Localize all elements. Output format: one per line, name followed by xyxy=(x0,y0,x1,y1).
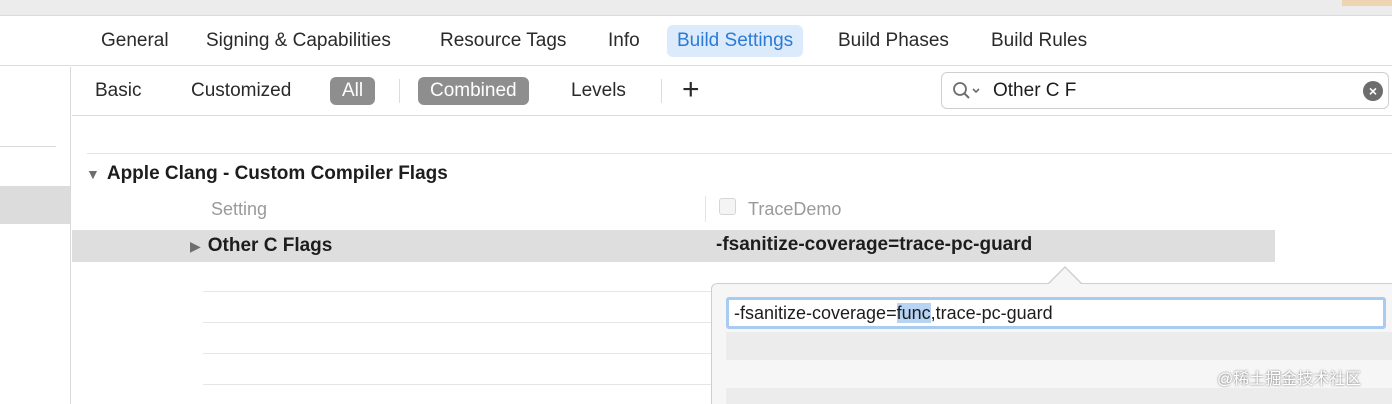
setting-value[interactable]: -fsanitize-coverage=trace-pc-guard xyxy=(716,233,1032,257)
tab-signing-capabilities[interactable]: Signing & Capabilities xyxy=(196,25,401,57)
filter-separator xyxy=(399,79,400,103)
tab-build-settings[interactable]: Build Settings xyxy=(667,25,804,57)
target-icon xyxy=(719,198,736,215)
plus-icon[interactable]: + xyxy=(682,73,700,107)
disclosure-down-icon[interactable]: ▼ xyxy=(86,162,100,186)
filter-all-button[interactable]: All xyxy=(330,77,376,105)
empty-row-line xyxy=(203,322,713,323)
flag-text-before: -fsanitize-coverage= xyxy=(734,303,897,323)
tab-build-phases[interactable]: Build Phases xyxy=(828,25,959,57)
empty-row-line xyxy=(203,384,713,385)
column-divider xyxy=(705,196,706,222)
disclosure-right-icon[interactable]: ▶ xyxy=(190,234,201,258)
popover-arrow-fill xyxy=(1048,268,1082,285)
flag-text-after: ,trace-pc-guard xyxy=(930,303,1053,323)
search-input[interactable]: Other C F xyxy=(993,73,1076,108)
flag-text-selection: func xyxy=(896,303,931,323)
column-header-setting: Setting xyxy=(211,199,268,219)
filter-separator xyxy=(661,79,662,103)
build-settings-filter-bar: Basic Customized All Combined Levels + O… xyxy=(72,67,1392,116)
sidebar-divider xyxy=(0,146,56,147)
tab-general[interactable]: General xyxy=(91,25,179,57)
filter-levels-button[interactable]: Levels xyxy=(571,77,626,105)
search-field[interactable]: Other C F × xyxy=(941,72,1389,109)
section-header[interactable]: ▼ Apple Clang - Custom Compiler Flags xyxy=(86,162,448,186)
flag-value-input[interactable]: -fsanitize-coverage=func,trace-pc-guard xyxy=(726,297,1386,329)
targets-sidebar xyxy=(0,67,71,404)
flag-value-text[interactable]: -fsanitize-coverage=func,trace-pc-guard xyxy=(734,300,1053,326)
column-header-target: TraceDemo xyxy=(748,199,842,219)
filter-basic-button[interactable]: Basic xyxy=(95,77,141,105)
tab-resource-tags[interactable]: Resource Tags xyxy=(430,25,576,57)
setting-name[interactable]: ▶ Other C Flags xyxy=(190,234,332,258)
empty-row-line xyxy=(203,291,713,292)
editor-tab-bar: General Signing & Capabilities Resource … xyxy=(0,16,1392,66)
filter-combined-button[interactable]: Combined xyxy=(418,77,529,105)
clear-icon[interactable]: × xyxy=(1363,81,1383,101)
editor-empty-row[interactable] xyxy=(726,332,1392,360)
watermark-text: @稀土掘金技术社区 xyxy=(1217,371,1362,388)
window-corner-accent xyxy=(1342,0,1392,6)
tab-build-rules[interactable]: Build Rules xyxy=(981,25,1097,57)
tab-info[interactable]: Info xyxy=(598,25,650,57)
section-divider xyxy=(87,153,1392,154)
setting-name-label: Other C Flags xyxy=(207,235,333,256)
section-title: Apple Clang - Custom Compiler Flags xyxy=(106,163,448,184)
window-top-strip xyxy=(0,0,1392,16)
search-icon xyxy=(953,82,980,99)
sidebar-selected-item[interactable] xyxy=(0,186,70,224)
empty-row-line xyxy=(203,353,713,354)
filter-customized-button[interactable]: Customized xyxy=(191,77,291,105)
editor-empty-row[interactable] xyxy=(726,388,1392,404)
